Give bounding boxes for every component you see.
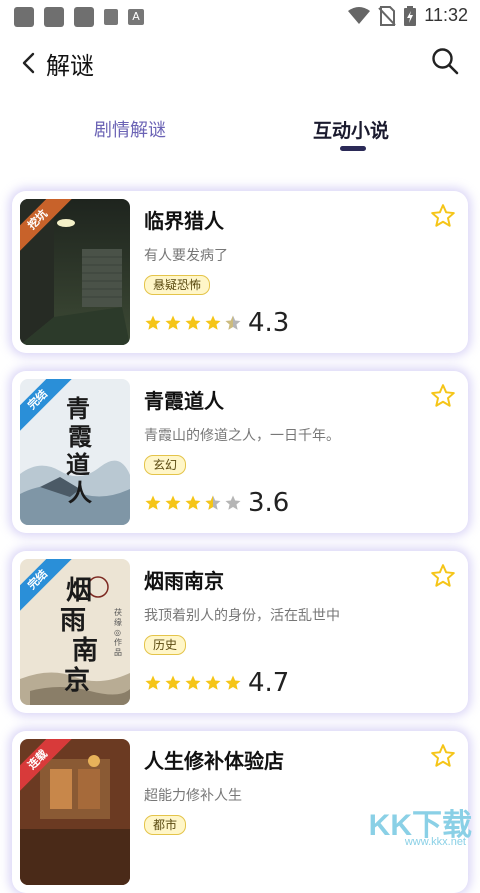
star-icon xyxy=(185,675,201,690)
app-header: 解谜 xyxy=(0,40,480,86)
svg-text:茯: 茯 xyxy=(114,607,122,617)
svg-text:青: 青 xyxy=(66,394,90,423)
star-icon xyxy=(225,495,241,510)
book-title: 烟雨南京 xyxy=(144,569,224,593)
book-card[interactable]: 青霞道人 完结 青霞道人 青霞山的修道之人，一日千年。 玄幻 3.6 xyxy=(12,371,468,533)
svg-text:道: 道 xyxy=(66,450,90,479)
clock: 11:32 xyxy=(424,5,468,25)
book-title: 人生修补体验店 xyxy=(144,749,284,773)
svg-text:烟: 烟 xyxy=(66,576,92,606)
svg-text:作: 作 xyxy=(114,637,122,647)
star-icon xyxy=(205,675,221,690)
system-icons: 11:32 xyxy=(348,5,468,26)
genre-tag: 玄幻 xyxy=(144,455,187,475)
search-icon[interactable] xyxy=(430,46,460,76)
book-cover: 烟雨南京 茯缘 ◎ 作品 完结 xyxy=(20,559,130,705)
back-arrow-icon[interactable] xyxy=(18,50,40,76)
svg-text:京: 京 xyxy=(64,665,90,696)
svg-text:南: 南 xyxy=(72,636,98,666)
favorite-star-icon[interactable] xyxy=(430,203,456,229)
star-icon xyxy=(205,315,221,330)
notification-icons: A xyxy=(14,7,144,27)
star-icon xyxy=(165,315,181,330)
star-icon xyxy=(205,495,221,510)
favorite-star-icon[interactable] xyxy=(430,383,456,409)
star-icon xyxy=(185,315,201,330)
status-bar: A 11:32 xyxy=(0,0,480,34)
star-icon xyxy=(145,315,161,330)
book-description: 超能力修补人生 xyxy=(144,788,242,804)
book-cover: 挖坑 xyxy=(20,199,130,345)
battery-icon xyxy=(404,5,417,26)
star-icon xyxy=(225,315,241,330)
app-notification-icon xyxy=(14,7,34,27)
app-notification-icon xyxy=(74,7,94,27)
book-title: 临界猎人 xyxy=(144,209,224,233)
star-icon xyxy=(165,675,181,690)
genre-tag: 悬疑恐怖 xyxy=(144,275,211,295)
genre-tag: 都市 xyxy=(144,815,187,835)
svg-text:雨: 雨 xyxy=(60,606,86,636)
star-rating: 3.6 xyxy=(144,488,290,518)
app-notification-icon xyxy=(44,7,64,27)
category-tabs: 剧情解谜 互动小说 xyxy=(0,110,480,160)
active-tab-indicator xyxy=(340,146,366,151)
book-cover: 青霞道人 完结 xyxy=(20,379,130,525)
star-icon xyxy=(185,495,201,510)
svg-text:◎: ◎ xyxy=(114,628,121,637)
book-cover: 连载 xyxy=(20,739,130,885)
book-card[interactable]: 烟雨南京 茯缘 ◎ 作品 完结 烟雨南京 我顶着别人的身份，活在乱世中 历史 4.7 xyxy=(12,551,468,713)
book-description: 有人要发病了 xyxy=(144,248,228,264)
svg-text:霞: 霞 xyxy=(68,422,93,451)
star-icon xyxy=(145,675,161,690)
tab-story-puzzle[interactable]: 剧情解谜 xyxy=(94,116,166,142)
svg-text:人: 人 xyxy=(68,478,92,507)
rating-value: 3.6 xyxy=(248,488,290,518)
book-title: 青霞道人 xyxy=(144,389,224,413)
svg-text:品: 品 xyxy=(114,648,122,657)
tab-interactive-novel[interactable]: 互动小说 xyxy=(313,116,389,143)
star-rating: 4.3 xyxy=(144,308,290,338)
book-description: 我顶着别人的身份，活在乱世中 xyxy=(144,608,340,624)
star-icon xyxy=(145,495,161,510)
rating-value: 4.3 xyxy=(248,308,290,338)
star-rating: 4.7 xyxy=(144,668,290,698)
page-title: 解谜 xyxy=(46,52,94,80)
book-description: 青霞山的修道之人，一日千年。 xyxy=(144,428,340,444)
watermark-url: www.kkx.net xyxy=(404,836,466,848)
favorite-star-icon[interactable] xyxy=(430,563,456,589)
watermark: KK下载 www.kkx.net xyxy=(352,800,472,850)
no-sim-icon xyxy=(378,5,397,26)
keyboard-a-icon: A xyxy=(128,9,144,25)
wifi-icon xyxy=(348,6,371,24)
star-icon xyxy=(225,675,241,690)
favorite-star-icon[interactable] xyxy=(430,743,456,769)
rating-value: 4.7 xyxy=(248,668,290,698)
book-card[interactable]: 挖坑 临界猎人 有人要发病了 悬疑恐怖 4.3 xyxy=(12,191,468,353)
star-icon xyxy=(165,495,181,510)
genre-tag: 历史 xyxy=(144,635,187,655)
lock-icon xyxy=(104,9,118,25)
svg-text:缘: 缘 xyxy=(114,617,122,627)
